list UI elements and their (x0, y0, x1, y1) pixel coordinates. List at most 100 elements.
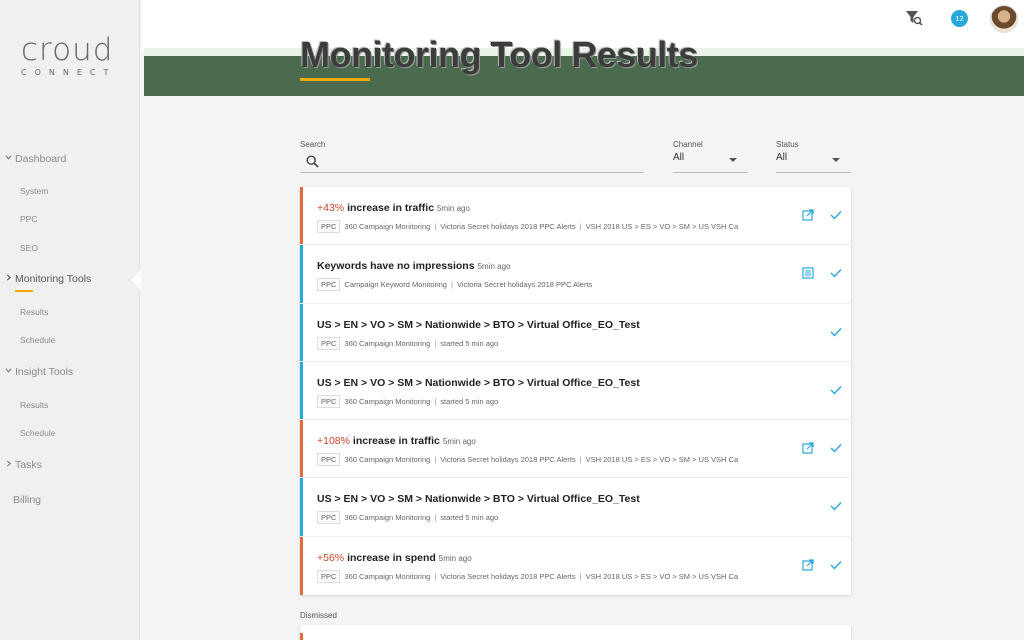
sidebar-item-label: SEO (20, 243, 38, 253)
result-row[interactable]: +56% increase in spend 5min ago PPC 360 Cam… (300, 536, 851, 596)
sidebar-item-label: Monitoring Tools (15, 273, 92, 285)
row-meta: PPC 360 Campaign Monitoring | Victoria Secr… (317, 569, 739, 583)
external-link-icon[interactable] (802, 559, 814, 571)
sidebar-item-label: PPC (20, 214, 38, 224)
croud-connect-logo[interactable]: croud CONNECT (21, 34, 121, 77)
chevron-down-icon[interactable] (832, 158, 840, 162)
meta-item: started 5 min ago (440, 396, 499, 406)
check-icon[interactable] (830, 501, 842, 511)
sidebar-item-label: System (20, 186, 49, 196)
check-icon[interactable] (830, 268, 842, 278)
meta-separator: | (434, 571, 437, 581)
row-title: +56% increase in spend 5min ago (317, 552, 472, 564)
chevron-down-icon[interactable] (729, 158, 737, 162)
meta-item: VSH 2018 US > ES > VO > SM > US VSH Ca (585, 222, 739, 231)
channel-select[interactable]: All (673, 152, 684, 163)
page-title: Monitoring Tool Results (300, 34, 698, 75)
chevron-right-icon (6, 274, 12, 281)
row-status-bar (300, 361, 303, 420)
row-status-bar (300, 187, 303, 245)
row-title: US > EN > VO > SM > Nationwide > BTO > V… (317, 493, 640, 505)
row-title: +43% increase in traffic 5min ago (317, 202, 470, 214)
result-row[interactable]: US > EN > VO > SM > Nationwide > BTO > V… (300, 478, 851, 537)
meta-item: started 5 min ago (440, 338, 499, 348)
row-title-text: US > EN > VO > SM > Nationwide > BTO > V… (317, 318, 640, 331)
dismissed-label: Dismissed (300, 611, 337, 620)
filter-search-icon[interactable] (905, 10, 923, 26)
avatar[interactable] (990, 5, 1018, 33)
result-row[interactable]: Keywords have no impressions 5min ago PPC C… (300, 245, 851, 304)
active-notch (131, 268, 141, 292)
logo-wordmark: croud (21, 32, 114, 68)
external-link-icon[interactable] (802, 209, 814, 221)
channel-tag: PPC (317, 453, 341, 467)
row-meta: PPC 360 Campaign Monitoring | started 5 min… (317, 394, 499, 408)
row-title: US > EN > VO > SM > Nationwide > BTO > V… (317, 377, 640, 389)
meta-item: VSH 2018 US > ES > VO > SM > US VSH Ca (585, 455, 739, 465)
result-row[interactable]: +108% increase in traffic 5min ago PPC 360 … (300, 420, 851, 479)
channel-tag: PPC (317, 511, 341, 525)
row-title-text: increase in spend (347, 551, 436, 564)
result-row[interactable]: US > EN > VO > SM > Nationwide > BTO > V… (300, 303, 851, 362)
row-title: Keywords have no impressions 5min ago (317, 260, 510, 272)
row-timestamp: 5min ago (477, 262, 511, 272)
check-icon[interactable] (830, 210, 842, 220)
meta-item: Victoria Secret holidays 2018 PPC Alerts (440, 222, 576, 231)
row-timestamp: 5min ago (437, 204, 470, 213)
row-meta: PPC Campaign Keyword Monitoring | Victoria … (317, 278, 593, 292)
meta-separator: | (579, 455, 582, 465)
row-title-text: US > EN > VO > SM > Nationwide > BTO > V… (317, 493, 640, 506)
percent-change: +43% (317, 202, 345, 214)
notification-badge[interactable]: 12 (951, 10, 968, 27)
sidebar-item-label: Dashboard (15, 153, 67, 165)
row-status-bar (300, 245, 303, 303)
meta-item: started 5 min ago (440, 513, 499, 523)
meta-separator: | (434, 513, 437, 523)
status-underline (776, 172, 851, 173)
meta-item: Victoria Secret holidays 2018 PPC Alerts (440, 571, 576, 581)
title-underline (300, 78, 370, 81)
channel-tag: PPC (317, 220, 341, 233)
row-status-bar (300, 536, 303, 596)
sidebar-item-label: Insight Tools (15, 366, 74, 378)
meta-item: 360 Campaign Monitoring (344, 222, 431, 231)
sidebar-item-label: Schedule (20, 428, 56, 438)
row-meta: PPC 360 Campaign Monitoring | Victoria Secr… (317, 453, 739, 467)
sidebar-item-label: Billing (13, 494, 42, 506)
meta-separator: | (434, 222, 437, 231)
row-timestamp: 5min ago (442, 437, 476, 447)
row-meta: PPC 360 Campaign Monitoring | started 5 min… (317, 511, 499, 525)
result-row[interactable]: +43% increase in traffic 5min ago PPC 360 C… (300, 187, 851, 246)
dismissed-card[interactable] (300, 625, 851, 640)
external-link-icon[interactable] (802, 442, 814, 454)
meta-item: Victoria Secret holidays 2018 PPC Alerts (456, 280, 593, 290)
check-icon[interactable] (830, 385, 842, 395)
chevron-down-icon (5, 368, 12, 373)
check-icon[interactable] (830, 443, 842, 453)
search-label: Search (300, 140, 326, 149)
sidebar: croud CONNECT Dashboard System PPC SEO M… (0, 0, 140, 640)
result-row[interactable]: US > EN > VO > SM > Nationwide > BTO > V… (300, 361, 851, 421)
row-status-bar (300, 633, 303, 640)
meta-item: VSH 2018 US > ES > VO > SM > US VSH Ca (585, 571, 739, 581)
meta-separator: | (579, 222, 582, 231)
chevron-right-icon (6, 460, 12, 467)
row-timestamp: 5min ago (438, 553, 472, 563)
row-meta: PPC 360 Campaign Monitoring | Victoria Secr… (317, 220, 738, 233)
check-icon[interactable] (830, 560, 842, 570)
search-icon (306, 155, 319, 168)
meta-separator: | (434, 338, 437, 348)
row-title-text: US > EN > VO > SM > Nationwide > BTO > V… (317, 376, 640, 389)
row-title: +108% increase in traffic 5min ago (317, 435, 476, 447)
results-list: +43% increase in traffic 5min ago PPC 360 C… (300, 187, 851, 596)
meta-item: 360 Campaign Monitoring (344, 455, 431, 465)
meta-item: 360 Campaign Monitoring (344, 338, 431, 348)
row-title: US > EN > VO > SM > Nationwide > BTO > V… (317, 319, 640, 331)
meta-item: Campaign Keyword Monitoring (344, 280, 447, 290)
status-select[interactable]: All (776, 152, 787, 163)
meta-item: 360 Campaign Monitoring (344, 396, 431, 406)
document-icon[interactable] (802, 267, 814, 279)
row-status-bar (300, 478, 303, 536)
check-icon[interactable] (830, 327, 842, 337)
search-input[interactable] (324, 154, 640, 170)
